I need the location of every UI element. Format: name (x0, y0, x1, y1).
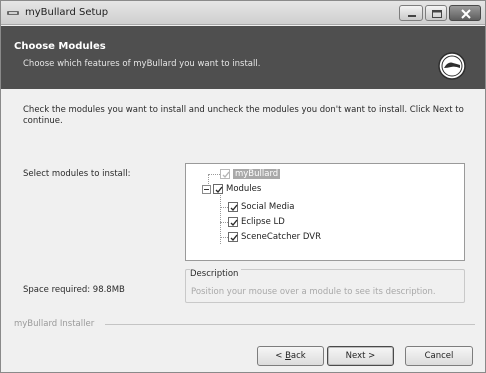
checkmark-icon (230, 234, 238, 242)
minimize-icon (408, 15, 416, 17)
checkbox-eclipse-ld[interactable] (228, 217, 238, 227)
tree-item-scenecatcher-dvr[interactable]: SceneCatcher DVR (228, 231, 321, 243)
next-button[interactable]: Next > (327, 346, 394, 366)
tree-label-mybullard: myBullard (233, 169, 281, 179)
footer-divider (105, 324, 475, 325)
checkmark-icon (215, 186, 223, 194)
tree-connector (208, 174, 220, 175)
close-icon (461, 9, 471, 19)
tree-connector (220, 222, 228, 223)
checkmark-icon (222, 171, 230, 179)
window-title: myBullard Setup (25, 7, 109, 18)
checkmark-icon (230, 219, 238, 227)
cancel-button[interactable]: Cancel (405, 346, 473, 366)
tree-item-eclipse-ld[interactable]: Eclipse LD (228, 216, 285, 228)
installer-window: myBullard Setup Choose Modules Choose wh… (0, 0, 486, 373)
installer-app-icon (7, 11, 19, 15)
description-group: Description Position your mouse over a m… (185, 269, 465, 303)
checkbox-modules[interactable] (213, 184, 223, 194)
page-title: Choose Modules (14, 41, 106, 52)
page-subtitle: Choose which features of myBullard you w… (23, 59, 261, 69)
description-text: Position your mouse over a module to see… (191, 287, 436, 297)
collapse-icon[interactable] (202, 184, 211, 194)
back-button-rest: ack (290, 351, 306, 361)
close-button[interactable] (449, 5, 481, 21)
tree-label-scenecatcher-dvr: SceneCatcher DVR (241, 232, 321, 242)
back-button[interactable]: < Back (257, 346, 324, 366)
tree-label-modules: Modules (226, 184, 262, 194)
back-button-prefix: < (275, 351, 286, 361)
bullard-logo-icon (438, 52, 466, 80)
title-bar[interactable]: myBullard Setup (1, 1, 485, 25)
checkbox-mybullard[interactable] (220, 169, 230, 179)
description-title: Description (190, 269, 242, 279)
header-banner: Choose Modules Choose which features of … (1, 26, 485, 89)
minimize-button[interactable] (399, 5, 423, 21)
instructions-text: Check the modules you want to install an… (23, 105, 464, 126)
tree-label-social-media: Social Media (241, 202, 295, 212)
space-required-text: Space required: 98.8MB (23, 285, 125, 295)
checkbox-social-media[interactable] (228, 202, 238, 212)
tree-item-social-media[interactable]: Social Media (228, 201, 294, 213)
module-tree[interactable]: myBullard Modules Social Media Eclipse L… (185, 163, 465, 261)
tree-label-eclipse-ld: Eclipse LD (241, 217, 285, 227)
maximize-button[interactable] (425, 5, 447, 21)
tree-item-modules[interactable]: Modules (202, 183, 261, 195)
tree-item-mybullard[interactable]: myBullard (220, 168, 281, 180)
checkbox-scenecatcher-dvr[interactable] (228, 232, 238, 242)
select-modules-label: Select modules to install: (23, 169, 131, 179)
tree-connector (220, 207, 228, 208)
checkmark-icon (230, 204, 238, 212)
maximize-icon (432, 10, 442, 18)
installer-brand-text: myBullard Installer (14, 319, 95, 329)
tree-connector (220, 237, 228, 238)
